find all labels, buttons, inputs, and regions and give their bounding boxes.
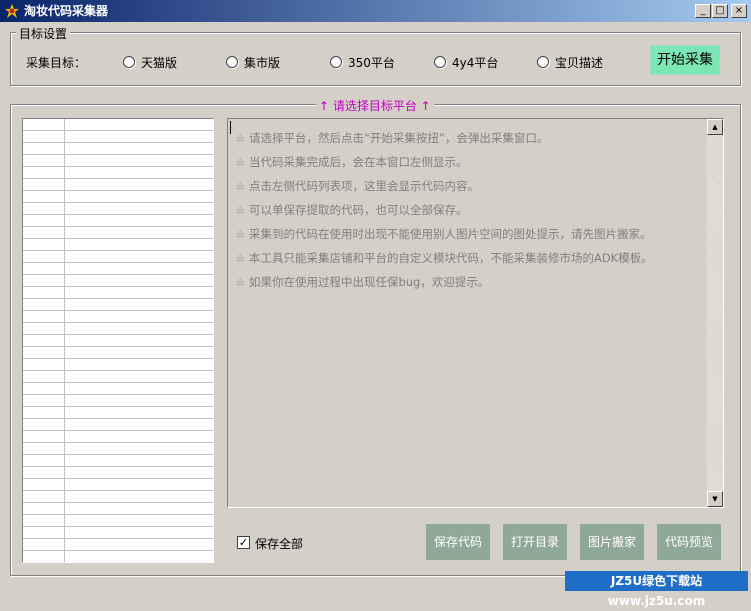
radio-description[interactable]: 宝贝描述	[537, 55, 604, 70]
instruction-line: ☆ 请选择平台，然后点击“开始采集按扭”，会弹出采集窗口。	[235, 131, 549, 145]
instruction-line: ☆ 采集到的代码在使用时出现不能使用别人图片空间的图处提示，请先图片搬家。	[235, 227, 652, 241]
target-label: 采集目标：	[26, 56, 87, 70]
watermark: JZ5U绿色下载站www.jz5u.com	[565, 571, 748, 608]
radio-label: 350平台	[348, 55, 395, 70]
radio-tmall[interactable]: 天猫版	[123, 55, 178, 70]
radio-label: 天猫版	[141, 55, 178, 70]
target-settings-legend: 目标设置	[16, 25, 71, 42]
save-all-checkbox[interactable]: ✓	[237, 536, 250, 549]
radio-circle[interactable]	[226, 56, 238, 68]
select-platform-hint: ↑ 请选择目标平台 ↑	[316, 97, 434, 114]
radio-label: 4y4平台	[452, 55, 499, 70]
radio-label: 宝贝描述	[555, 55, 604, 70]
instruction-line: ☆ 点击左侧代码列表项，这里会显示代码内容。	[235, 179, 479, 193]
instruction-line: ☆ 如果你在使用过程中出现任保bug，欢迎提示。	[235, 275, 490, 289]
instruction-line: ☆ 可以单保存提取的代码，也可以全部保存。	[235, 203, 468, 217]
code-preview-button[interactable]: 代码预览	[657, 524, 721, 560]
window-title: 淘妆代码采集器	[24, 4, 109, 18]
save-code-button[interactable]: 保存代码	[426, 524, 490, 560]
radio-circle[interactable]	[537, 56, 549, 68]
code-content-area[interactable]: ☆ 请选择平台，然后点击“开始采集按扭”，会弹出采集窗口。 ☆ 当代码采集完成后…	[227, 118, 724, 508]
scroll-up-icon[interactable]: ▲	[707, 119, 723, 135]
close-button[interactable]: ×	[731, 4, 747, 18]
radio-label: 集市版	[244, 55, 281, 70]
minimize-button[interactable]: _	[695, 4, 711, 18]
radio-market[interactable]: 集市版	[226, 55, 281, 70]
start-collect-button[interactable]: 开始采集	[650, 45, 720, 75]
code-list[interactable]	[22, 118, 214, 563]
open-directory-button[interactable]: 打开目录	[503, 524, 567, 560]
move-images-button[interactable]: 图片搬家	[580, 524, 644, 560]
save-all-label: 保存全部	[255, 537, 304, 551]
radio-circle[interactable]	[330, 56, 342, 68]
radio-circle[interactable]	[434, 56, 446, 68]
text-caret	[230, 121, 231, 134]
radio-4y4[interactable]: 4y4平台	[434, 55, 499, 70]
maximize-button[interactable]: □	[712, 4, 728, 18]
radio-350[interactable]: 350平台	[330, 55, 395, 70]
vertical-scrollbar[interactable]: ▲ ▼	[707, 119, 723, 507]
instruction-line: ☆ 当代码采集完成后，会在本窗口左侧显示。	[235, 155, 468, 169]
instruction-line: ☆ 本工具只能采集店铺和平台的自定义模块代码，不能采集装修市场的ADK模板。	[235, 251, 653, 265]
scroll-down-icon[interactable]: ▼	[707, 491, 723, 507]
title-bar: 淘妆代码采集器 _ □ ×	[0, 0, 751, 22]
app-icon	[5, 4, 19, 18]
radio-circle[interactable]	[123, 56, 135, 68]
